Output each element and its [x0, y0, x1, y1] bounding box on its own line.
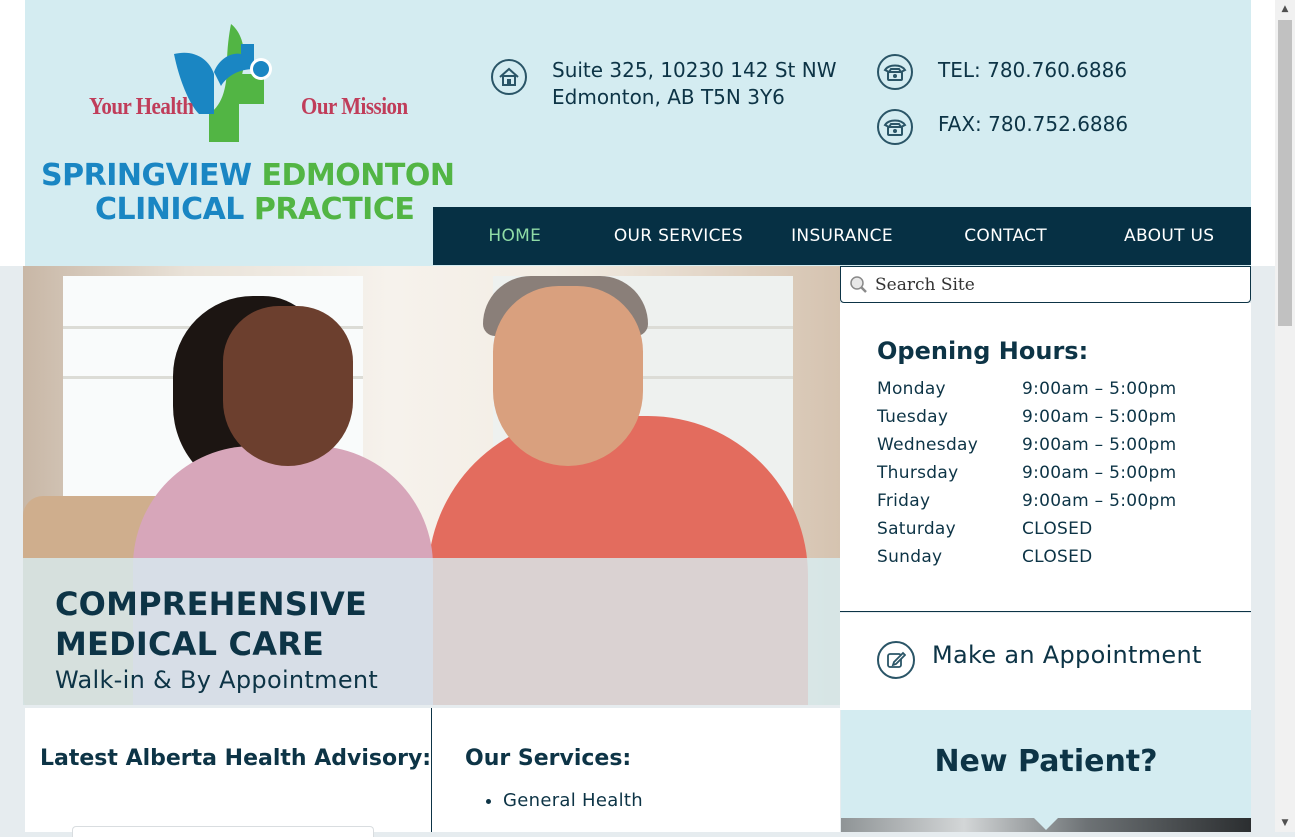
home-icon — [491, 59, 527, 95]
logo-tagline-right: Our Mission — [301, 92, 408, 120]
scroll-up-arrow-icon[interactable]: ▲ — [1275, 4, 1295, 14]
our-services-title: Our Services: — [465, 746, 632, 771]
nav-contact[interactable]: CONTACT — [924, 207, 1088, 265]
hours-row: Friday 9:00am – 5:00pm — [877, 491, 1177, 511]
hours-row: Monday 9:00am – 5:00pm — [877, 379, 1177, 399]
telephone-icon — [877, 54, 913, 90]
make-appointment-link[interactable]: Make an Appointment — [840, 613, 1251, 710]
logo-tagline-left: Your Health — [89, 92, 194, 120]
scrollbar-thumb[interactable] — [1278, 20, 1292, 326]
logo-name-line2: CLINICAL PRACTICE — [95, 192, 415, 227]
address: Suite 325, 10230 142 St NW Edmonton, AB … — [552, 57, 836, 111]
search-input[interactable] — [869, 273, 1237, 296]
health-advisory-section: Latest Alberta Health Advisory: — [25, 708, 432, 837]
vertical-scrollbar[interactable]: ▲ ▼ — [1275, 0, 1295, 832]
hero-banner: COMPREHENSIVE MEDICAL CARE Walk-in & By … — [23, 266, 840, 705]
nav-about-us[interactable]: ABOUT US — [1087, 207, 1251, 265]
search-box[interactable] — [840, 266, 1251, 303]
hours-row: Thursday 9:00am – 5:00pm — [877, 463, 1177, 483]
opening-hours-title: Opening Hours: — [877, 337, 1089, 365]
nav-home[interactable]: HOME — [433, 207, 597, 265]
nav-our-services[interactable]: OUR SERVICES — [597, 207, 761, 265]
make-appointment-label: Make an Appointment — [932, 641, 1202, 669]
hero-subline: Walk-in & By Appointment — [55, 666, 379, 694]
nav-insurance[interactable]: INSURANCE — [760, 207, 924, 265]
magnifier-icon — [850, 275, 867, 293]
address-line1: Suite 325, 10230 142 St NW — [552, 58, 837, 82]
services-list: General Health — [465, 790, 643, 811]
hero-photo-patient-head — [493, 286, 643, 466]
new-patient-section: New Patient? — [841, 710, 1251, 832]
health-cross-person-icon — [174, 24, 272, 142]
opening-hours-panel: Opening Hours: Monday 9:00am – 5:00pm Tue… — [840, 303, 1251, 612]
opening-hours-table: Monday 9:00am – 5:00pm Tuesday 9:00am – 5:… — [877, 375, 1177, 571]
hours-row: Saturday CLOSED — [877, 519, 1093, 539]
scroll-down-arrow-icon[interactable]: ▼ — [1275, 818, 1295, 828]
new-patient-title: New Patient? — [934, 744, 1158, 779]
our-services-section: Our Services: General Health — [432, 708, 840, 832]
site-logo[interactable]: Your Health Our Mission SPRINGVIEW EDMON… — [37, 12, 455, 227]
hero-photo-nurse-head — [223, 306, 353, 466]
service-item[interactable]: General Health — [503, 790, 643, 811]
new-patient-notch — [1034, 818, 1058, 830]
logo-name-line1: SPRINGVIEW EDMONTON — [41, 158, 455, 193]
phone-number[interactable]: TEL: 780.760.6886 — [938, 57, 1127, 84]
hours-row: Tuesday 9:00am – 5:00pm — [877, 407, 1177, 427]
fax-icon — [877, 109, 913, 145]
health-advisory-title: Latest Alberta Health Advisory: — [40, 746, 432, 771]
main-nav: HOME OUR SERVICES INSURANCE CONTACT ABOU… — [433, 207, 1251, 265]
hours-row: Sunday CLOSED — [877, 547, 1093, 567]
hero-headline: COMPREHENSIVE MEDICAL CARE — [55, 585, 368, 663]
edit-icon — [877, 641, 915, 679]
fax-number: FAX: 780.752.6886 — [938, 112, 1129, 136]
hours-row: Wednesday 9:00am – 5:00pm — [877, 435, 1177, 455]
address-line2: Edmonton, AB T5N 3Y6 — [552, 85, 785, 109]
